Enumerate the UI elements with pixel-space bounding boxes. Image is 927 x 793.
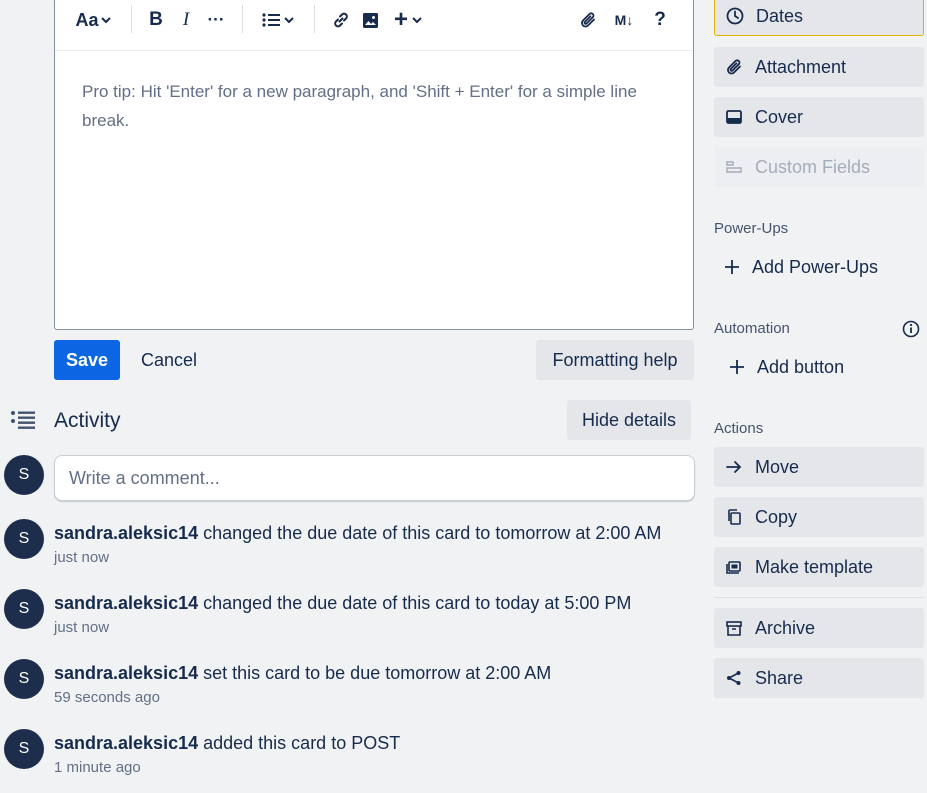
plus-icon [724,259,740,275]
toolbar-divider [242,5,243,33]
share-icon [725,669,743,687]
chevron-down-icon [412,17,422,24]
make-template-label: Make template [755,556,874,577]
description-editor[interactable]: Aa B I ··· + M↓ ? Pro tip: Hit 'Enter' f… [54,0,694,330]
move-button[interactable]: Move [714,447,924,487]
image-icon [362,12,378,28]
archive-button[interactable]: Archive [714,608,924,648]
activity-text: set this card to be due tomorrow at 2:00… [198,663,552,683]
activity-entry: sandra.aleksic14 added this card to POST [54,733,400,754]
add-powerups-label: Add Power-Ups [752,256,879,277]
activity-entry: sandra.aleksic14 changed the due date of… [54,523,661,544]
cancel-button[interactable]: Cancel [130,340,208,380]
avatar[interactable]: S [4,455,44,495]
comment-input[interactable]: Write a comment... [54,455,695,501]
more-icon: ··· [207,10,225,29]
plus-icon [729,359,745,375]
arrow-right-icon [725,458,743,476]
move-label: Move [755,456,800,477]
more-formatting-button[interactable]: ··· [205,9,227,31]
activity-user-link[interactable]: sandra.aleksic14 [54,523,198,543]
insert-button[interactable]: + [389,6,427,33]
share-label: Share [755,667,804,688]
text-style-label: Aa [75,9,99,30]
custom-fields-label: Custom Fields [755,156,871,177]
copy-icon [725,508,743,526]
activity-user-link[interactable]: sandra.aleksic14 [54,733,198,753]
bold-icon: B [149,9,163,30]
add-button-label: Add button [757,356,845,377]
make-template-button[interactable]: Make template [714,547,924,587]
dates-label: Dates [756,5,804,26]
link-icon [334,12,348,28]
clock-icon [726,7,744,25]
activity-entry: sandra.aleksic14 set this card to be due… [54,663,551,684]
toolbar-divider [131,5,132,33]
dates-button[interactable]: Dates [714,0,924,36]
activity-title: Activity [54,409,121,432]
help-button[interactable]: ? [649,9,671,31]
attachment-button[interactable]: Attachment [714,47,924,87]
cover-icon [725,108,743,126]
markdown-icon: M↓ [614,12,634,28]
bold-button[interactable]: B [145,9,167,31]
attachment-label: Attachment [755,56,847,77]
sidebar-divider [714,597,924,598]
text-style-button[interactable]: Aa [73,9,113,31]
paperclip-icon [725,58,743,76]
italic-icon: I [182,9,190,30]
archive-label: Archive [755,617,816,638]
cover-label: Cover [755,106,804,127]
activity-entry: sandra.aleksic14 changed the due date of… [54,593,631,614]
cover-button[interactable]: Cover [714,97,924,137]
copy-button[interactable]: Copy [714,497,924,537]
activity-user-link[interactable]: sandra.aleksic14 [54,593,198,613]
template-icon [725,558,743,576]
info-icon[interactable] [902,320,920,338]
share-button[interactable]: Share [714,658,924,698]
actions-heading: Actions [714,420,764,437]
activity-timestamp[interactable]: 1 minute ago [54,759,141,776]
avatar[interactable]: S [4,519,44,559]
editor-placeholder[interactable]: Pro tip: Hit 'Enter' for a new paragraph… [55,51,693,161]
add-automation-button[interactable]: Add button [729,349,844,385]
activity-icon [11,411,35,429]
save-button[interactable]: Save [54,340,120,380]
powerups-heading: Power-Ups [714,220,789,237]
automation-heading: Automation [714,320,790,337]
avatar[interactable]: S [4,659,44,699]
activity-text: added this card to POST [198,733,401,753]
avatar[interactable]: S [4,589,44,629]
list-button[interactable] [259,9,297,31]
activity-text: changed the due date of this card to tom… [198,523,662,543]
copy-label: Copy [755,506,798,527]
activity-timestamp[interactable]: 59 seconds ago [54,689,160,706]
activity-text: changed the due date of this card to tod… [198,593,632,613]
chevron-down-icon [284,17,294,24]
avatar[interactable]: S [4,729,44,769]
toolbar-divider [314,5,315,33]
help-icon: ? [654,9,666,30]
archive-icon [725,619,743,637]
markdown-button[interactable]: M↓ [611,9,637,31]
plus-icon: + [393,6,408,33]
link-button[interactable] [330,9,352,31]
italic-button[interactable]: I [175,9,197,31]
list-icon [262,13,280,27]
editor-toolbar: Aa B I ··· + M↓ ? [55,0,693,51]
add-powerups-button[interactable]: Add Power-Ups [724,249,878,285]
activity-timestamp[interactable]: just now [54,619,109,636]
hide-details-button[interactable]: Hide details [567,400,691,440]
formatting-help-button[interactable]: Formatting help [536,340,694,380]
custom-fields-button[interactable]: Custom Fields [714,147,924,187]
custom-fields-icon [725,158,743,176]
image-button[interactable] [359,9,381,31]
attach-button[interactable] [577,9,599,31]
activity-user-link[interactable]: sandra.aleksic14 [54,663,198,683]
chevron-down-icon [100,17,111,24]
paperclip-icon [581,12,595,28]
activity-timestamp[interactable]: just now [54,549,109,566]
